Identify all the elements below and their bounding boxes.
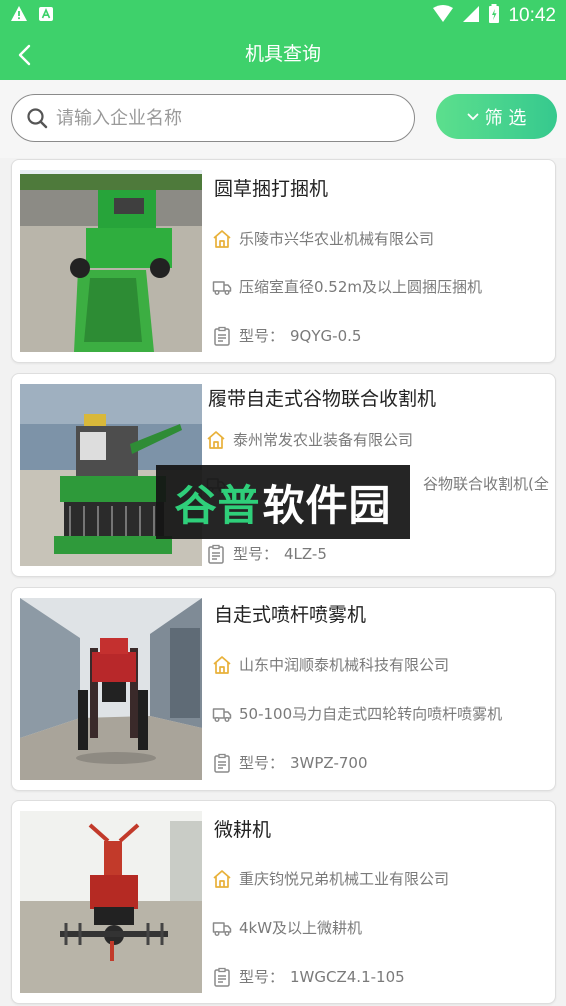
model-row: 型号： 9QYG-0.5	[212, 326, 361, 346]
list-item[interactable]: 微耕机 重庆钧悦兄弟机械工业有限公司 4kW及以上微耕机 型号： 1WGCZ4.…	[11, 800, 556, 1004]
status-bar: 10:42	[0, 0, 566, 30]
model-row: 型号： 4LZ-5	[206, 544, 327, 564]
company-row: 山东中润顺泰机械科技有限公司	[212, 655, 449, 675]
spec-row: 50-100马力自走式四轮转向喷杆喷雾机	[212, 704, 502, 724]
app-bar: 机具查询	[0, 30, 566, 80]
model-value: 9QYG-0.5	[290, 327, 362, 345]
truck-icon	[212, 918, 232, 938]
warning-icon	[10, 5, 28, 26]
company-name: 山东中润顺泰机械科技有限公司	[239, 656, 450, 674]
spec-row: 压缩室直径0.52m及以上圆捆压捆机	[212, 277, 482, 297]
round-baler-photo	[20, 170, 202, 352]
page-title: 机具查询	[244, 43, 321, 65]
model-value: 4LZ-5	[284, 545, 327, 563]
boom-sprayer-photo	[20, 598, 202, 780]
company-name: 泰州常发农业装备有限公司	[233, 431, 414, 449]
model-value: 3WPZ-700	[290, 754, 368, 772]
battery-icon	[488, 4, 500, 28]
search-input[interactable]	[56, 107, 386, 129]
watermark-text-white: 软件园	[262, 480, 392, 530]
home-icon	[212, 229, 232, 249]
spec-text: 压缩室直径0.52m及以上圆捆压捆机	[239, 278, 483, 296]
filter-label: 筛 选	[484, 107, 527, 129]
model-prefix: 型号：	[233, 545, 279, 563]
company-row: 重庆钧悦兄弟机械工业有限公司	[212, 869, 449, 889]
company-name: 重庆钧悦兄弟机械工业有限公司	[239, 870, 450, 888]
home-icon	[206, 430, 226, 450]
watermark: 谷普 软件园	[156, 465, 410, 539]
wifi-icon	[432, 5, 454, 27]
company-row: 泰州常发农业装备有限公司	[206, 430, 413, 450]
signal-icon	[462, 5, 480, 27]
model-prefix: 型号：	[239, 327, 285, 345]
clipboard-icon	[212, 753, 232, 773]
model-prefix: 型号：	[239, 968, 285, 986]
home-icon	[212, 655, 232, 675]
chevron-down-icon	[467, 113, 479, 120]
spec-text: 谷物联合收割机(全	[423, 475, 549, 493]
company-row: 乐陵市兴华农业机械有限公司	[212, 229, 434, 249]
truck-icon	[212, 704, 232, 724]
model-prefix: 型号：	[239, 754, 285, 772]
company-name: 乐陵市兴华农业机械有限公司	[239, 230, 435, 248]
spec-text: 4kW及以上微耕机	[239, 919, 363, 937]
list-item[interactable]: 圆草捆打捆机 乐陵市兴华农业机械有限公司 压缩室直径0.52m及以上圆捆压捆机 …	[11, 159, 556, 363]
spec-text: 50-100马力自走式四轮转向喷杆喷雾机	[239, 705, 503, 723]
machine-name: 自走式喷杆喷雾机	[214, 604, 367, 626]
machine-name: 履带自走式谷物联合收割机	[208, 388, 437, 410]
clipboard-icon	[206, 544, 226, 564]
search-row: 筛 选	[0, 80, 566, 158]
clipboard-icon	[212, 326, 232, 346]
filter-button[interactable]: 筛 选	[436, 94, 557, 139]
model-value: 1WGCZ4.1-105	[290, 968, 405, 986]
search-box[interactable]	[11, 94, 415, 142]
search-icon	[26, 107, 48, 129]
status-time: 10:42	[508, 5, 556, 26]
home-icon	[212, 869, 232, 889]
list-item[interactable]: 自走式喷杆喷雾机 山东中润顺泰机械科技有限公司 50-100马力自走式四轮转向喷…	[11, 587, 556, 791]
mini-tiller-photo	[20, 811, 202, 993]
model-row: 型号： 3WPZ-700	[212, 753, 368, 773]
clipboard-icon	[212, 967, 232, 987]
watermark-text-green: 谷普	[174, 480, 261, 530]
app-notification-icon	[38, 6, 54, 26]
spec-row: 4kW及以上微耕机	[212, 918, 362, 938]
truck-icon	[212, 277, 232, 297]
model-row: 型号： 1WGCZ4.1-105	[212, 967, 405, 987]
machine-name: 微耕机	[214, 819, 272, 841]
machine-name: 圆草捆打捆机	[214, 178, 329, 200]
